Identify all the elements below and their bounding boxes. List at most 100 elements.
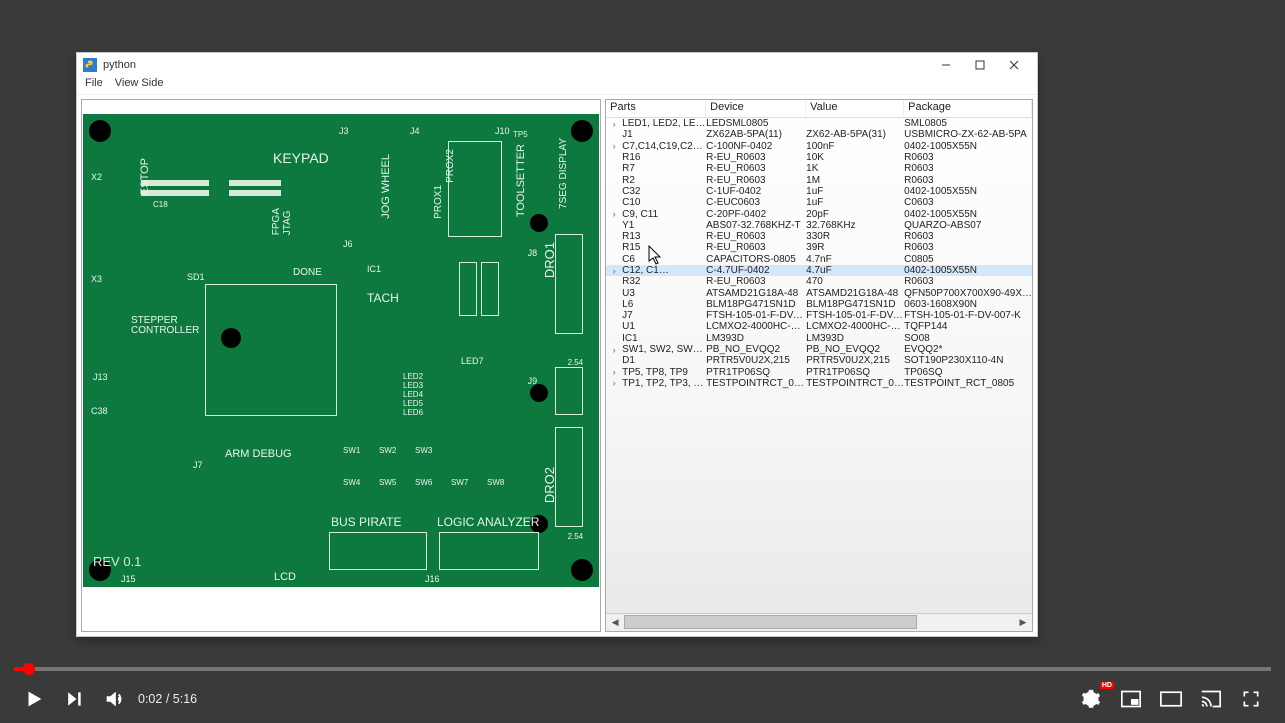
col-package[interactable]: Package [904,100,1032,117]
silk-sw5: SW5 [379,478,396,487]
table-row[interactable]: Y1ABS07-32.768KHZ-T32.768KHzQUARZO-ABS07 [606,220,1032,231]
cell-value: PB_NO_EVQQ2 [806,344,904,355]
table-row[interactable]: R32R-EU_R0603470R0603 [606,276,1032,287]
tree-hscrollbar[interactable]: ◀ ▶ [606,613,1032,631]
table-row[interactable]: C6CAPACITORS-08054.7nFC0805 [606,254,1032,265]
tree-header: Parts Device Value Package [606,100,1032,118]
silk-keypad: KEYPAD [273,150,329,166]
player-controls: 0:02 / 5:16 HD [0,675,1285,723]
cell-parts: R15 [622,242,706,253]
silk-toolsetter: TOOLSETTER [515,144,527,217]
scroll-left-button[interactable]: ◀ [606,614,624,632]
expand-icon[interactable]: › [606,141,622,151]
table-row[interactable]: R2R-EU_R06031MR0603 [606,174,1032,185]
silk-led4: LED4 [403,390,423,399]
cell-parts: C7,C14,C19,C28,C2… [622,141,706,152]
mute-button[interactable] [94,679,134,719]
cell-device: R-EU_R0603 [706,175,806,186]
table-row[interactable]: C10C-EUC06031uFC0603 [606,197,1032,208]
table-row[interactable]: U1LCMXO2-4000HC-4TG144CLCMXO2-4000HC-4TG… [606,321,1032,332]
expand-icon[interactable]: › [606,209,622,219]
silk-x3: X3 [91,274,102,284]
miniplayer-button[interactable] [1111,679,1151,719]
expand-icon[interactable]: › [606,266,622,276]
pcb-board: KEYPAD ESTOP FPGA JTAG STEPPER CONTROLLE… [83,114,599,587]
play-button[interactable] [14,679,54,719]
expand-icon[interactable]: › [606,345,622,355]
close-button[interactable] [997,54,1031,76]
scroll-thumb[interactable] [624,615,916,629]
expand-icon[interactable]: › [606,119,622,129]
silk-tp5: TP5 [513,130,528,139]
table-row[interactable]: ›TP1, TP2, TP3, TP4, …TESTPOINTRCT_0805T… [606,378,1032,389]
cell-device: R-EU_R0603 [706,276,806,287]
silk-done: DONE [293,267,322,278]
col-value[interactable]: Value [806,100,904,117]
cell-parts: C32 [622,186,706,197]
silk-j7: J7 [193,460,203,470]
player-time: 0:02 / 5:16 [138,692,197,706]
fullscreen-button[interactable] [1231,679,1271,719]
menu-view-side[interactable]: View Side [115,77,164,94]
silk-sw4: SW4 [343,478,360,487]
table-row[interactable]: U3ATSAMD21G18A-48ATSAMD21G18A-48QFN50P70… [606,287,1032,298]
table-row[interactable]: J1ZX62AB-5PA(11)ZX62-AB-5PA(31)USBMICRO-… [606,129,1032,140]
video-progress[interactable] [14,667,1271,671]
cell-package: SML0805 [904,118,1032,129]
table-row[interactable]: ›LED1, LED2, LED3, L…LEDSML0805SML0805 [606,118,1032,129]
next-button[interactable] [54,679,94,719]
table-row[interactable]: ›C9, C11C-20PF-040220pF0402-1005X55N [606,208,1032,219]
silk-j15: J15 [121,574,136,584]
table-row[interactable]: ›SW1, SW2, SW3, SW…PB_NO_EVQQ2PB_NO_EVQQ… [606,344,1032,355]
table-row[interactable]: J7FTSH-105-01-F-DV-007-KFTSH-105-01-F-DV… [606,310,1032,321]
cell-device: C-4.7UF-0402 [706,265,806,276]
col-parts[interactable]: Parts [606,100,706,117]
cell-value: ZX62-AB-5PA(31) [806,129,904,140]
silk-dro2: DRO2 [542,467,557,503]
table-row[interactable]: ›TP5, TP8, TP9PTR1TP06SQPTR1TP06SQTP06SQ [606,367,1032,378]
table-row[interactable]: R15R-EU_R060339RR0603 [606,242,1032,253]
cell-value: 20pF [806,209,904,220]
table-row[interactable]: ›C12, C1…C-4.7UF-04024.7uF0402-1005X55N [606,265,1032,276]
maximize-button[interactable] [963,54,997,76]
minimize-button[interactable] [929,54,963,76]
silk-sw2: SW2 [379,446,396,455]
table-row[interactable]: D1PRTR5V0U2X,215PRTR5V0U2X,215SOT190P230… [606,355,1032,366]
progress-handle[interactable] [23,663,35,675]
silk-ic1: IC1 [367,264,381,274]
col-device[interactable]: Device [706,100,806,117]
tree-body[interactable]: ›LED1, LED2, LED3, L…LEDSML0805SML0805J1… [606,118,1032,613]
table-row[interactable]: L6BLM18PG471SN1DBLM18PG471SN1D0603-1608X… [606,299,1032,310]
progress-fill [14,667,23,671]
menu-file[interactable]: File [85,77,103,94]
table-row[interactable]: R7R-EU_R06031KR0603 [606,163,1032,174]
time-current: 0:02 [138,692,162,706]
cell-device: ABS07-32.768KHZ-T [706,220,806,231]
scroll-right-button[interactable]: ▶ [1014,614,1032,632]
cell-parts: C10 [622,197,706,208]
pcb-panel[interactable]: KEYPAD ESTOP FPGA JTAG STEPPER CONTROLLE… [81,99,601,632]
cast-button[interactable] [1191,679,1231,719]
cell-device: R-EU_R0603 [706,231,806,242]
table-row[interactable]: ›C7,C14,C19,C28,C2…C-100NF-0402100nF0402… [606,141,1032,152]
expand-icon[interactable]: › [606,378,622,388]
titlebar[interactable]: python [77,53,1037,77]
silk-sw8: SW8 [487,478,504,487]
cell-device: PTR1TP06SQ [706,367,806,378]
settings-button[interactable]: HD [1071,679,1111,719]
table-row[interactable]: R16R-EU_R060310KR0603 [606,152,1032,163]
table-row[interactable]: R13R-EU_R0603330RR0603 [606,231,1032,242]
scroll-track[interactable] [624,614,1014,631]
cell-value: 32.768KHz [806,220,904,231]
cell-value: 4.7uF [806,265,904,276]
silk-j6: J6 [343,239,353,249]
theater-button[interactable] [1151,679,1191,719]
expand-icon[interactable]: › [606,367,622,377]
cell-device: R-EU_R0603 [706,163,806,174]
cell-package: R0603 [904,231,1032,242]
table-row[interactable]: C32C-1UF-04021uF0402-1005X55N [606,186,1032,197]
cell-value: LCMXO2-4000HC-4TG14… [806,321,904,332]
cell-package: TP06SQ [904,367,1032,378]
silk-lcd: LCD [274,571,296,583]
table-row[interactable]: IC1LM393DLM393DSO08 [606,333,1032,344]
